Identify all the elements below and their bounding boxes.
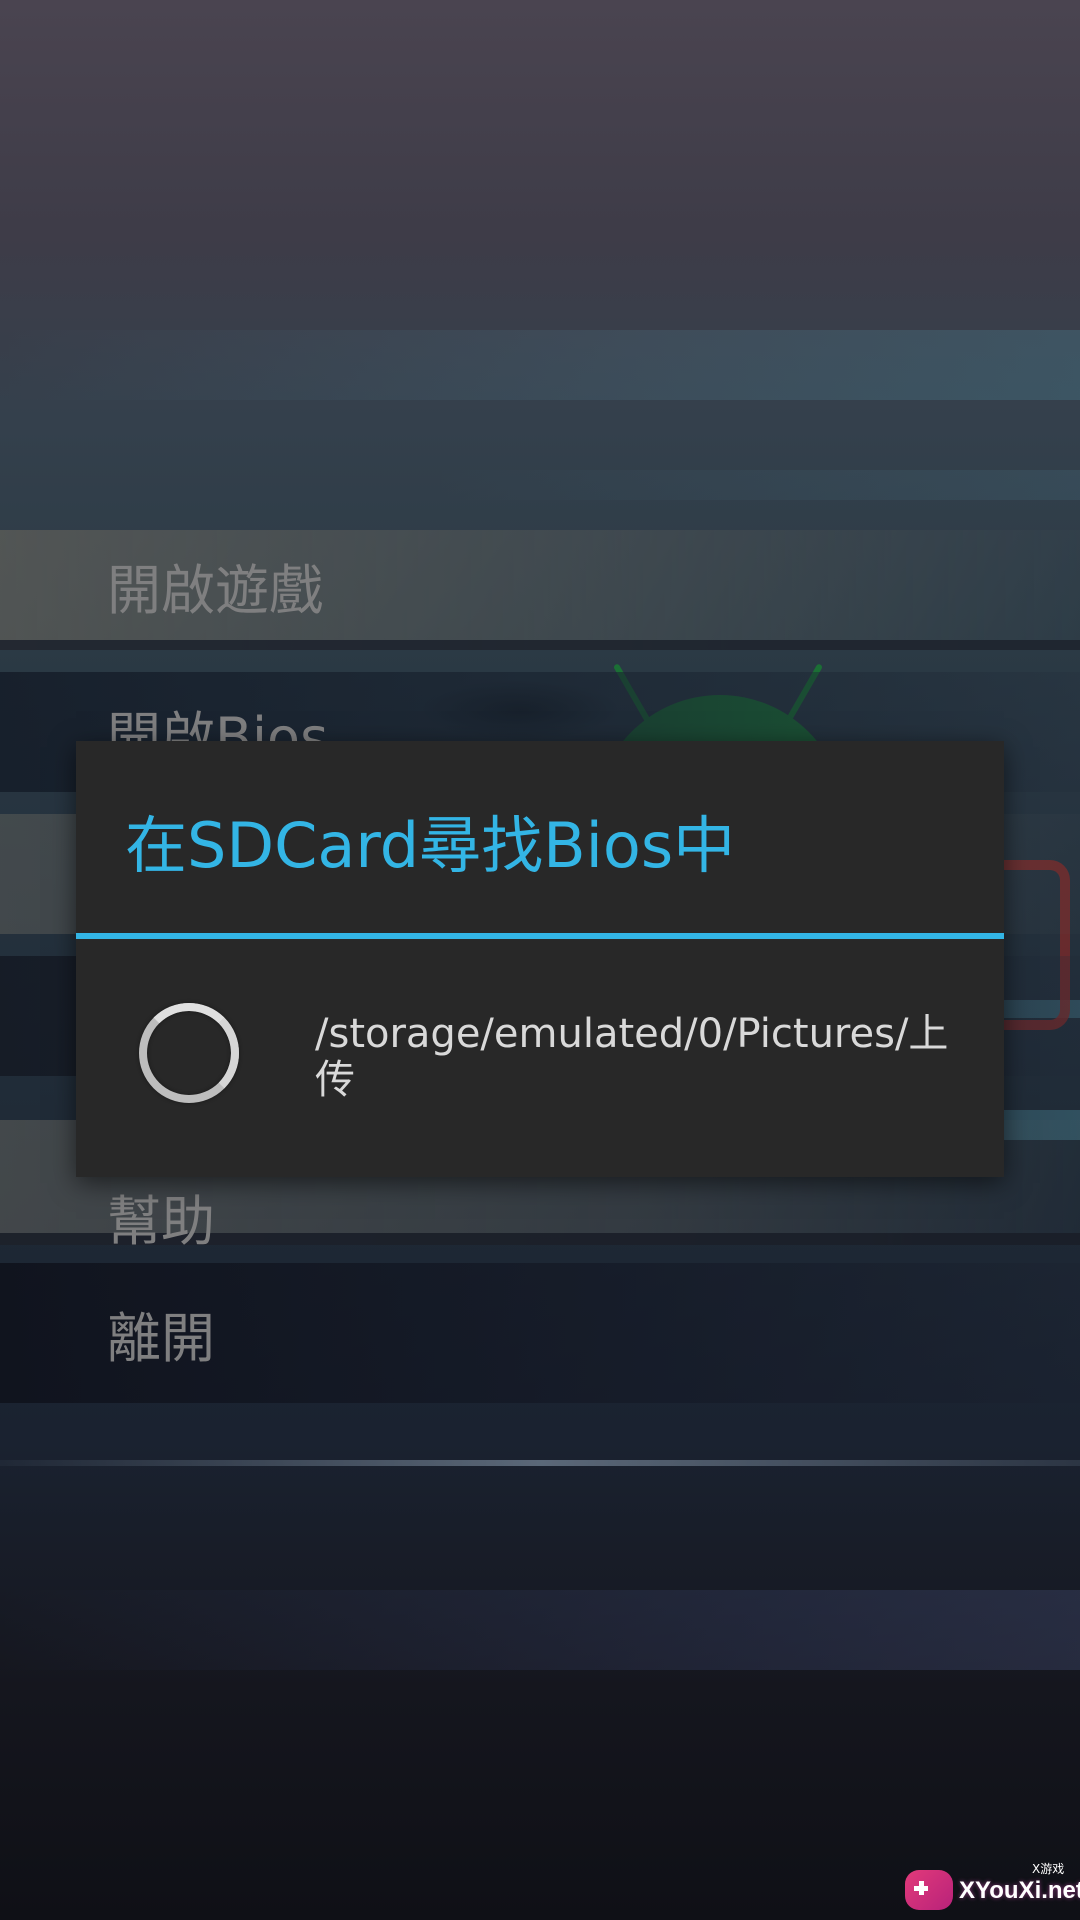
background-streak (0, 1460, 1080, 1466)
watermark: X游戏 XYouXi.net (905, 1860, 1080, 1915)
dialog-divider (76, 933, 1004, 939)
background-streak (0, 470, 1080, 500)
menu-item-open-game[interactable]: 開啟遊戲 (0, 530, 1080, 650)
dialog-title: 在SDCard尋找Bios中 (125, 809, 736, 882)
screen: 開啟遊戲 開啟Bios 幫助 離開 在SDCard尋找Bios中 /storag… (0, 0, 1080, 1920)
menu-item-label: 開啟遊戲 (107, 558, 323, 622)
background-streak (0, 1590, 1080, 1670)
watermark-text: XYouXi.net (959, 1877, 1080, 1904)
menu-item-label: 離開 (107, 1306, 215, 1370)
menu-item-exit[interactable]: 離開 (0, 1263, 1080, 1403)
background-streak (0, 330, 1080, 400)
menu-item-label: 幫助 (107, 1190, 215, 1253)
progress-dialog: 在SDCard尋找Bios中 /storage/emulated/0/Pictu… (76, 741, 1004, 1177)
gamepad-logo-icon (905, 1870, 953, 1910)
watermark-subtext: X游戏 (1032, 1862, 1065, 1876)
loading-spinner-icon (139, 1003, 239, 1103)
dialog-message: /storage/emulated/0/Pictures/上传 (315, 1011, 949, 1103)
